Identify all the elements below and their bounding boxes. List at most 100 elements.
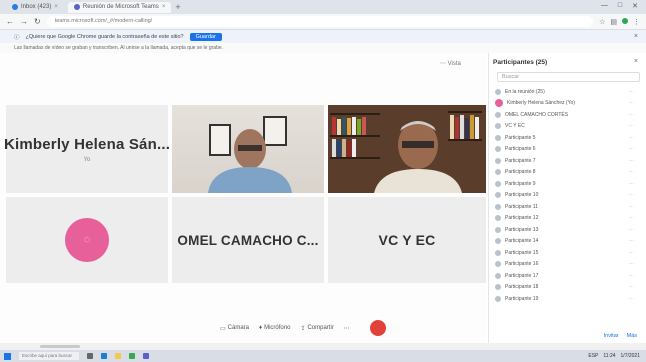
participant-more-icon[interactable]: ⋯: [629, 250, 634, 256]
end-call-button[interactable]: [369, 320, 386, 336]
participant-more-icon[interactable]: ⋯: [629, 181, 634, 187]
camera-button[interactable]: ▭ Cámara: [220, 325, 249, 332]
more-options-button[interactable]: Más: [627, 333, 637, 339]
participant-tile-omel[interactable]: OMEL CAMACHO C...: [172, 197, 324, 283]
extension-icons: ☆ ▤ ⋮: [599, 17, 640, 26]
view-menu[interactable]: ⋯ Vista: [440, 60, 461, 67]
info-icon: ⓘ: [14, 34, 20, 41]
participant-list-item[interactable]: Participante 14 ⋯: [489, 236, 646, 248]
avatar: ◯: [65, 218, 109, 262]
profile-icon[interactable]: [622, 17, 628, 24]
close-panel-icon[interactable]: ×: [634, 58, 638, 65]
close-tab-icon[interactable]: ×: [54, 4, 58, 10]
star-icon[interactable]: ☆: [599, 18, 605, 26]
taskbar-search-input[interactable]: Escribe aquí para buscar: [19, 352, 79, 360]
clock-time[interactable]: 11:24: [603, 353, 615, 359]
close-info-bar-icon[interactable]: ×: [634, 33, 638, 40]
participant-list-item[interactable]: Participante 12 ⋯: [489, 213, 646, 225]
participant-search-input[interactable]: Buscar: [497, 72, 640, 82]
reload-icon[interactable]: ↻: [34, 17, 41, 26]
forward-icon[interactable]: →: [20, 17, 28, 26]
participant-more-icon[interactable]: ⋯: [629, 192, 634, 198]
participant-list-item[interactable]: OMEL CAMACHO CORTÉS ⋯: [489, 109, 646, 121]
participant-more-icon[interactable]: ⋯: [629, 215, 634, 221]
share-button[interactable]: ⇪ Compartir: [300, 325, 333, 332]
participant-more-icon[interactable]: ⋯: [629, 123, 634, 129]
task-view-icon[interactable]: [87, 353, 93, 359]
participant-list-name: Participante 18: [505, 284, 539, 291]
participant-more-icon[interactable]: ⋯: [629, 89, 634, 95]
close-tab-icon[interactable]: ×: [162, 4, 166, 10]
clock-date[interactable]: 1/7/2021: [621, 353, 640, 359]
participant-video-1[interactable]: [172, 105, 324, 193]
back-icon[interactable]: ←: [6, 17, 14, 26]
participant-list-item[interactable]: Participante 18 ⋯: [489, 282, 646, 294]
participant-more-icon[interactable]: ⋯: [629, 100, 634, 106]
invite-button[interactable]: Invitar: [604, 333, 619, 339]
participant-list-item[interactable]: Participante 8 ⋯: [489, 167, 646, 179]
tab-inbox[interactable]: Inbox (423) ×: [6, 2, 64, 13]
participant-list-item[interactable]: Participante 6 ⋯: [489, 144, 646, 156]
participant-list-name: Participante 15: [505, 249, 539, 256]
participant-list-item[interactable]: Participante 15 ⋯: [489, 247, 646, 259]
participant-more-icon[interactable]: ⋯: [629, 158, 634, 164]
participant-list-item[interactable]: En la reunión (25) ⋯: [489, 86, 646, 98]
taskbar: Escribe aquí para buscar ESP 11:24 1/7/2…: [0, 350, 646, 362]
participant-video-2[interactable]: [328, 105, 486, 193]
participant-list-item[interactable]: Participante 7 ⋯: [489, 155, 646, 167]
participant-list-item[interactable]: Participante 17 ⋯: [489, 270, 646, 282]
gmail-icon: [12, 4, 18, 10]
participant-more-icon[interactable]: ⋯: [629, 273, 634, 279]
participant-list-name: Participante 5: [505, 134, 536, 141]
participant-more-icon[interactable]: ⋯: [629, 284, 634, 290]
windows-start-icon[interactable]: [4, 352, 11, 360]
tab-teams[interactable]: Reunión de Microsoft Teams ×: [67, 1, 172, 13]
participant-list-name: Kimberly Helena Sánchez (Yo): [507, 100, 575, 107]
participant-list-item[interactable]: VC Y EC ⋯: [489, 121, 646, 133]
edge-icon[interactable]: [101, 353, 107, 359]
participant-tile-vc[interactable]: VC Y EC: [328, 197, 486, 283]
chrome-icon[interactable]: [129, 353, 135, 359]
participant-more-icon[interactable]: ⋯: [629, 146, 634, 152]
participant-avatar-icon: [495, 88, 501, 95]
new-tab-button[interactable]: +: [175, 2, 180, 12]
participant-list-item[interactable]: Participante 5 ⋯: [489, 132, 646, 144]
menu-icon[interactable]: ⋮: [633, 18, 640, 26]
horizontal-scrollbar[interactable]: [0, 343, 646, 350]
participant-sub: Yo: [83, 156, 91, 163]
participant-list-item[interactable]: Participante 19 ⋯: [489, 293, 646, 305]
participant-more-icon[interactable]: ⋯: [629, 261, 634, 267]
folder-icon[interactable]: [115, 353, 121, 359]
participant-more-icon[interactable]: ⋯: [629, 227, 634, 233]
participant-list-item[interactable]: Participante 13 ⋯: [489, 224, 646, 236]
extension-icon[interactable]: ▤: [610, 18, 617, 26]
mic-button[interactable]: ♦ Micrófono: [259, 325, 290, 331]
share-icon: ⇪: [300, 325, 306, 332]
scroll-thumb[interactable]: [40, 345, 80, 348]
save-password-button[interactable]: Guardar: [189, 32, 222, 41]
participant-avatar-icon: [495, 284, 501, 291]
participant-more-icon[interactable]: ⋯: [629, 238, 634, 244]
participant-list-item[interactable]: Participante 9 ⋯: [489, 178, 646, 190]
teams-app-icon[interactable]: [143, 353, 149, 359]
participant-tile-avatar[interactable]: ◯: [6, 197, 168, 283]
participant-list-item[interactable]: Kimberly Helena Sánchez (Yo) ⋯: [489, 98, 646, 110]
more-button[interactable]: ⋯: [344, 325, 350, 332]
close-window-button[interactable]: ✕: [632, 2, 638, 10]
participant-more-icon[interactable]: ⋯: [629, 296, 634, 302]
language-indicator[interactable]: ESP: [588, 353, 598, 359]
participant-more-icon[interactable]: ⋯: [629, 204, 634, 210]
participant-list-item[interactable]: Participante 10 ⋯: [489, 190, 646, 202]
participant-list-item[interactable]: Participante 11 ⋯: [489, 201, 646, 213]
camera-icon: ▭: [220, 325, 226, 332]
minimize-button[interactable]: —: [601, 2, 608, 10]
participant-list-name: Participante 6: [505, 146, 536, 153]
participant-more-icon[interactable]: ⋯: [629, 135, 634, 141]
url-field[interactable]: teams.microsoft.com/_#/modern-calling/: [46, 16, 594, 27]
participant-more-icon[interactable]: ⋯: [629, 112, 634, 118]
participant-list-item[interactable]: Participante 16 ⋯: [489, 259, 646, 271]
participant-more-icon[interactable]: ⋯: [629, 169, 634, 175]
maximize-button[interactable]: □: [618, 2, 622, 10]
participant-tile-self[interactable]: Kimberly Helena Sán... Yo: [4, 105, 170, 193]
participant-name: VC Y EC: [378, 232, 436, 248]
